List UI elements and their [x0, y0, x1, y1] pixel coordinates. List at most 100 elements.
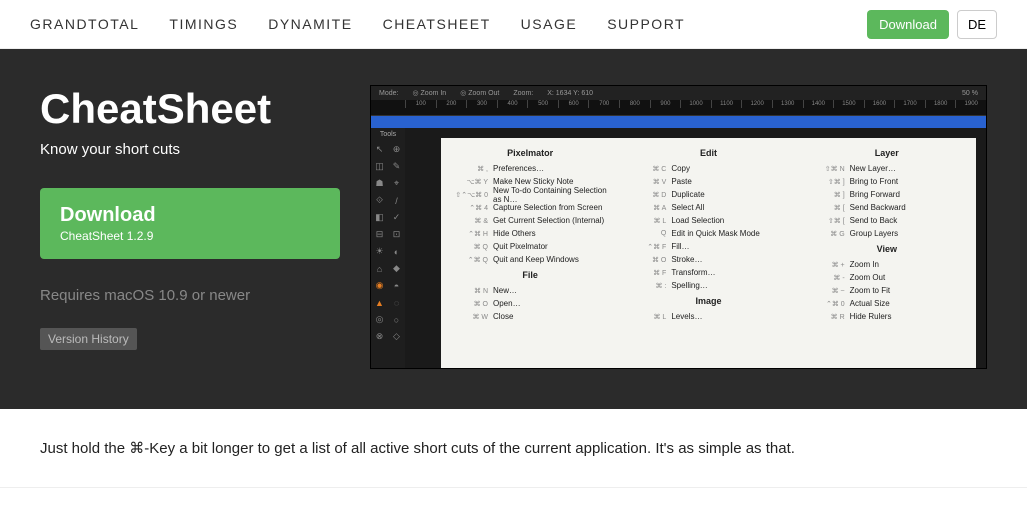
shortcut-keys: Q — [629, 230, 671, 237]
panel-col-left: Pixelmator⌘ ,Preferences…⌥⌘ YMake New St… — [441, 138, 619, 368]
shortcut-name: Duplicate — [671, 190, 787, 199]
shortcut-row: ⌘ ]Bring Forward — [808, 188, 966, 201]
language-button[interactable]: DE — [957, 10, 997, 39]
shortcut-panel: Pixelmator⌘ ,Preferences…⌥⌘ YMake New St… — [441, 138, 976, 368]
nav-grandtotal[interactable]: GRANDTOTAL — [30, 16, 139, 32]
system-requirements: Requires macOS 10.9 or newer — [40, 287, 340, 304]
shortcut-row: ⇧⌃⌥⌘ 0New To-do Containing Selection as … — [451, 188, 609, 201]
shortcut-name: Load Selection — [671, 216, 787, 225]
shortcut-name: Open… — [493, 299, 609, 308]
group-title: Pixelmator — [451, 148, 609, 158]
shortcut-keys: ⌘ L — [629, 313, 671, 321]
shortcut-name: New Layer… — [850, 164, 966, 173]
shortcut-name: Preferences… — [493, 164, 609, 173]
shot-toolbar: Mode: ◎ Zoom In ◎ Zoom Out Zoom: X: 1634… — [371, 86, 986, 100]
shot-zoomin: ◎ Zoom In — [412, 89, 446, 97]
shortcut-row: ⌘ :Spelling… — [629, 279, 787, 292]
shortcut-row: ⌃⌘ HHide Others — [451, 227, 609, 240]
shortcut-row: ⌘ GGroup Layers — [808, 227, 966, 240]
shortcut-row: ⌘ QQuit Pixelmator — [451, 240, 609, 253]
shortcut-name: Send Backward — [850, 203, 966, 212]
top-nav: GRANDTOTAL TIMINGS DYNAMITE CHEATSHEET U… — [0, 0, 1027, 49]
nav-dynamite[interactable]: DYNAMITE — [268, 16, 352, 32]
shortcut-row: ⌃⌘ FFill… — [629, 240, 787, 253]
shot-coords: X: 1634 Y: 610 — [547, 90, 593, 97]
shortcut-keys: ⌃⌘ F — [629, 243, 671, 251]
shot-zoomout: ◎ Zoom Out — [460, 89, 499, 97]
shortcut-name: Fill… — [671, 242, 787, 251]
shortcut-row: ⌘ [Send Backward — [808, 201, 966, 214]
shortcut-row: ⌘ &Get Current Selection (Internal) — [451, 214, 609, 227]
group-title: Edit — [629, 148, 787, 158]
group-title: Image — [629, 296, 787, 306]
nav-links: GRANDTOTAL TIMINGS DYNAMITE CHEATSHEET U… — [30, 16, 685, 32]
shortcut-keys: ⌃⌘ 0 — [808, 300, 850, 308]
page-subtitle: Know your short cuts — [40, 141, 340, 158]
shortcut-row: ⌘ -Zoom Out — [808, 271, 966, 284]
shortcut-keys: ⌃⌘ Q — [451, 256, 493, 264]
version-history-link[interactable]: Version History — [40, 328, 137, 350]
hero-left: CheatSheet Know your short cuts Download… — [40, 85, 340, 369]
shortcut-row: ⇧⌘ ]Bring to Front — [808, 175, 966, 188]
nav-usage[interactable]: USAGE — [521, 16, 578, 32]
nav-cheatsheet[interactable]: CHEATSHEET — [383, 16, 491, 32]
shortcut-keys: ⌘ : — [629, 282, 671, 290]
shortcut-keys: ⌃⌘ H — [451, 230, 493, 238]
page-title: CheatSheet — [40, 85, 340, 133]
shortcut-name: Get Current Selection (Internal) — [493, 216, 609, 225]
shot-tools: Tools ↖⊕ ◫✎ ☗⌖ ⟐/ ◧✓ ⊟⊡ ☀◐ ⌂◆ ◉◓ ▲◌ ◎○ ⊗… — [371, 128, 405, 368]
shortcut-keys: ⌘ D — [629, 191, 671, 199]
shortcut-row: ⌘ LLevels… — [629, 310, 787, 323]
shortcut-name: Copy — [671, 164, 787, 173]
shortcut-row: ⌘ FTransform… — [629, 266, 787, 279]
shortcut-row: ⌘ +Zoom In — [808, 258, 966, 271]
shortcut-keys: ⌘ R — [808, 313, 850, 321]
shot-ruler: 1002003004005006007008009001000110012001… — [371, 100, 986, 116]
shortcut-name: New To-do Containing Selection as N… — [493, 186, 609, 204]
shortcut-keys: ⌘ ~ — [808, 287, 850, 295]
shortcut-keys: ⌘ N — [451, 287, 493, 295]
shortcut-row: ⌃⌘ 4Capture Selection from Screen — [451, 201, 609, 214]
shortcut-row: ⇧⌘ NNew Layer… — [808, 162, 966, 175]
shortcut-row: ⌘ LLoad Selection — [629, 214, 787, 227]
shortcut-keys: ⇧⌘ ] — [808, 178, 850, 186]
shortcut-keys: ⌘ C — [629, 165, 671, 173]
shortcut-keys: ⌘ L — [629, 217, 671, 225]
panel-col-right: Layer ⇧⌘ NNew Layer…⇧⌘ ]Bring to Front⌘ ]… — [798, 138, 976, 368]
group-title: Layer — [808, 148, 966, 158]
nav-timings[interactable]: TIMINGS — [169, 16, 238, 32]
shot-mode: Mode: — [379, 90, 398, 97]
nav-support[interactable]: SUPPORT — [607, 16, 685, 32]
shortcut-keys: ⌘ O — [629, 256, 671, 264]
shortcut-keys: ⇧⌃⌥⌘ 0 — [451, 191, 493, 199]
shortcut-row: QEdit in Quick Mask Mode — [629, 227, 787, 240]
shortcut-row: ⌘ OOpen… — [451, 297, 609, 310]
shortcut-keys: ⌘ - — [808, 274, 850, 282]
shortcut-name: Quit and Keep Windows — [493, 255, 609, 264]
download-version: CheatSheet 1.2.9 — [60, 229, 320, 243]
app-screenshot: Mode: ◎ Zoom In ◎ Zoom Out Zoom: X: 1634… — [370, 85, 987, 369]
shortcut-row: ⇧⌘ [Send to Back — [808, 214, 966, 227]
shortcut-keys: ⌘ [ — [808, 204, 850, 212]
download-button-small[interactable]: Download — [867, 10, 949, 39]
download-button-large[interactable]: Download CheatSheet 1.2.9 — [40, 188, 340, 259]
shortcut-row: ⌘ WClose — [451, 310, 609, 323]
shortcut-keys: ⌘ V — [629, 178, 671, 186]
tagline: Just hold the ⌘-Key a bit longer to get … — [0, 409, 1027, 488]
shortcut-name: Actual Size — [850, 299, 966, 308]
shortcut-name: Edit in Quick Mask Mode — [671, 229, 787, 238]
shortcut-name: Quit Pixelmator — [493, 242, 609, 251]
shortcut-keys: ⌥⌘ Y — [451, 178, 493, 186]
shot-tools-header: Tools — [380, 128, 396, 141]
shortcut-keys: ⌘ + — [808, 261, 850, 269]
shortcut-row: ⌃⌘ QQuit and Keep Windows — [451, 253, 609, 266]
shortcut-row: ⌘ NNew… — [451, 284, 609, 297]
group-title: File — [451, 270, 609, 280]
shortcut-name: Spelling… — [671, 281, 787, 290]
shortcut-name: Group Layers — [850, 229, 966, 238]
download-label: Download — [60, 204, 320, 227]
shortcut-name: Send to Back — [850, 216, 966, 225]
shortcut-keys: ⌘ & — [451, 217, 493, 225]
shortcut-keys: ⌘ A — [629, 204, 671, 212]
shortcut-name: Hide Rulers — [850, 312, 966, 321]
